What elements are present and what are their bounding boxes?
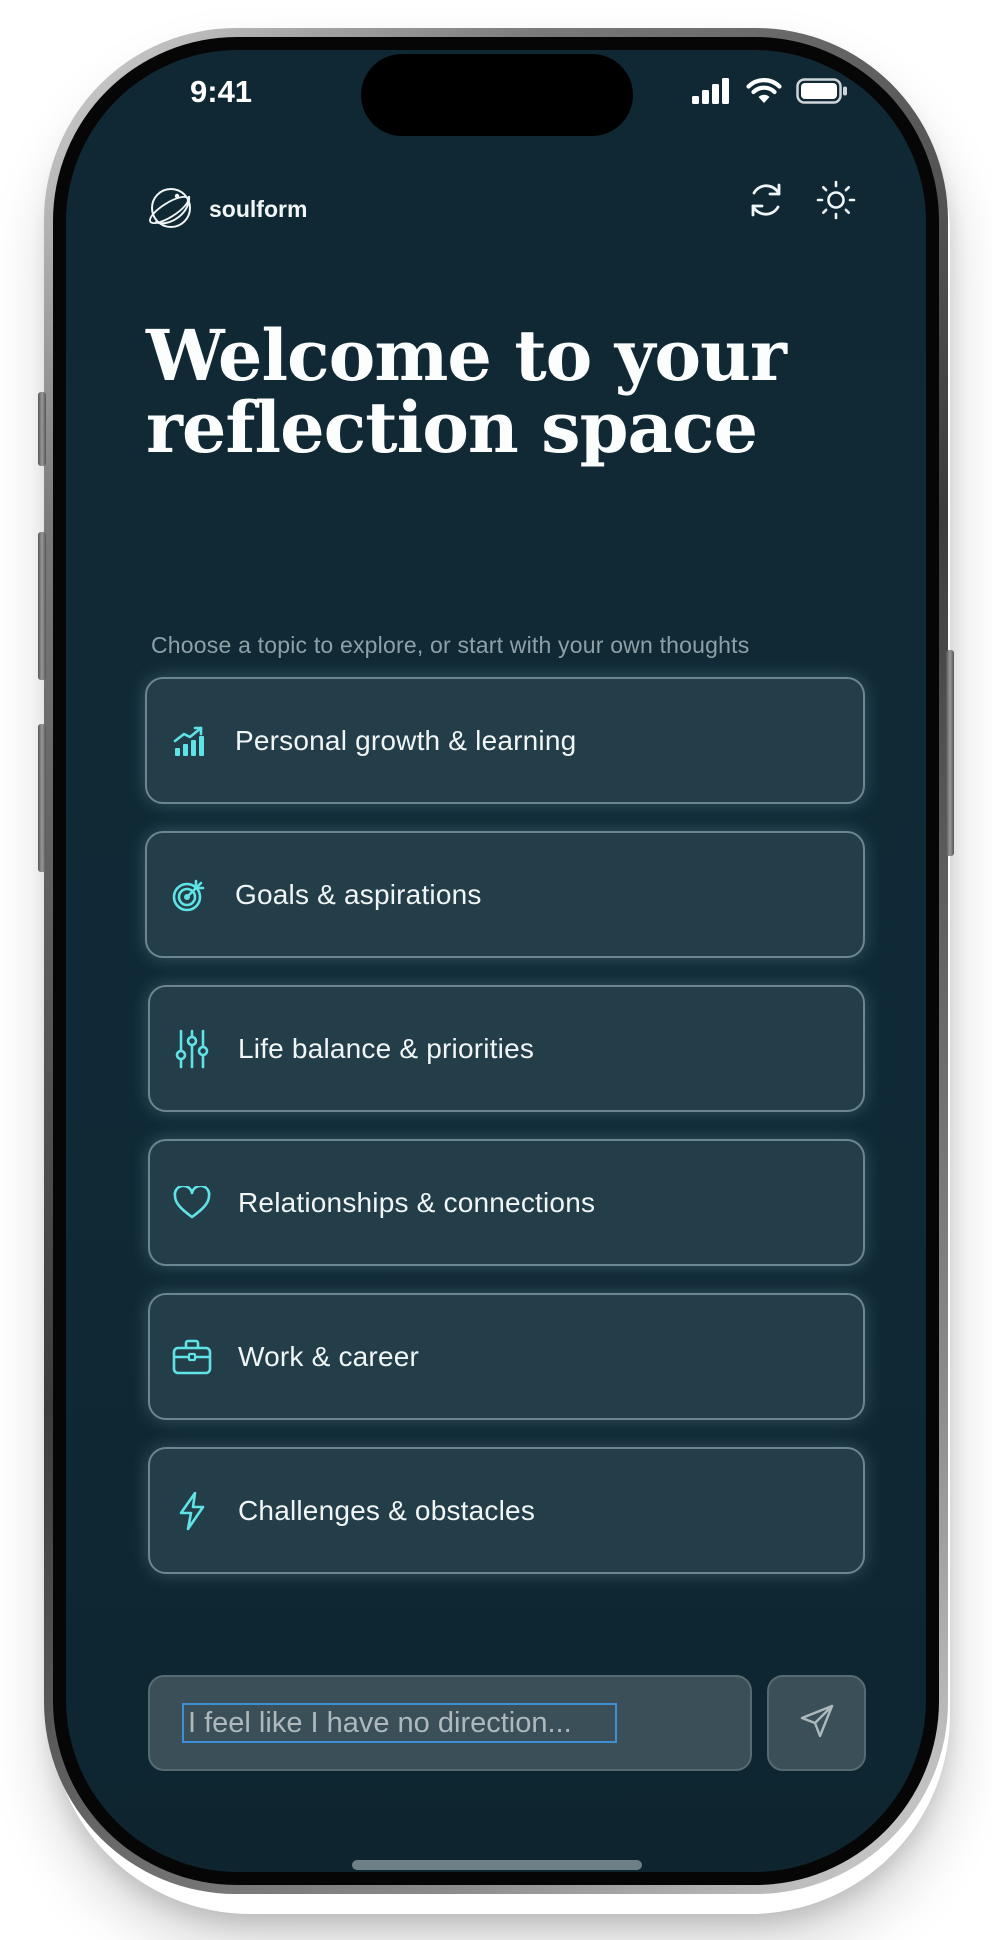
topic-label: Work & career [238, 1340, 420, 1372]
topic-label: Challenges & obstacles [238, 1494, 536, 1526]
dynamic-island [361, 54, 633, 136]
theme-toggle-button[interactable] [816, 180, 856, 224]
message-input[interactable] [182, 1703, 617, 1743]
message-input-container[interactable] [148, 1675, 752, 1771]
page-title: Welcome to your reflection space [146, 314, 787, 469]
growth-chart-icon [169, 721, 209, 761]
header-actions [746, 180, 856, 224]
target-icon [169, 875, 209, 915]
brand-name: soulform [209, 195, 308, 222]
message-composer [148, 1675, 868, 1771]
topic-life-balance[interactable]: Life balance & priorities [148, 985, 865, 1112]
side-button-action [38, 392, 46, 466]
topic-goals[interactable]: Goals & aspirations [145, 831, 865, 958]
topic-work-career[interactable]: Work & career [148, 1293, 865, 1420]
briefcase-icon [172, 1337, 212, 1377]
globe-ring-logo-icon [145, 182, 195, 236]
app-screen: 9:41 soulform Welcome to your reflection… [66, 50, 926, 1872]
side-button-volume-up [38, 532, 46, 680]
battery-icon [796, 78, 848, 108]
sliders-icon [172, 1029, 212, 1069]
topic-label: Personal growth & learning [235, 724, 577, 756]
lightning-icon [172, 1491, 212, 1531]
brand-logo[interactable]: soulform [145, 182, 307, 236]
refresh-icon [746, 180, 786, 224]
topic-label: Goals & aspirations [235, 878, 482, 910]
topic-challenges[interactable]: Challenges & obstacles [148, 1447, 865, 1574]
home-indicator[interactable] [352, 1860, 642, 1870]
side-button-power [946, 650, 954, 856]
topic-label: Life balance & priorities [238, 1032, 535, 1064]
topic-personal-growth[interactable]: Personal growth & learning [145, 677, 865, 804]
heart-icon [172, 1183, 212, 1223]
side-button-volume-down [38, 724, 46, 872]
wifi-icon [746, 78, 782, 108]
subtitle: Choose a topic to explore, or start with… [151, 632, 750, 658]
send-icon [798, 1702, 836, 1744]
sun-icon [816, 180, 856, 224]
refresh-button[interactable] [746, 182, 786, 222]
status-icons [692, 78, 848, 108]
topic-relationships[interactable]: Relationships & connections [148, 1139, 865, 1266]
topic-label: Relationships & connections [238, 1186, 596, 1218]
send-button[interactable] [767, 1675, 866, 1771]
status-time: 9:41 [190, 74, 253, 109]
cellular-signal-icon [692, 78, 732, 108]
